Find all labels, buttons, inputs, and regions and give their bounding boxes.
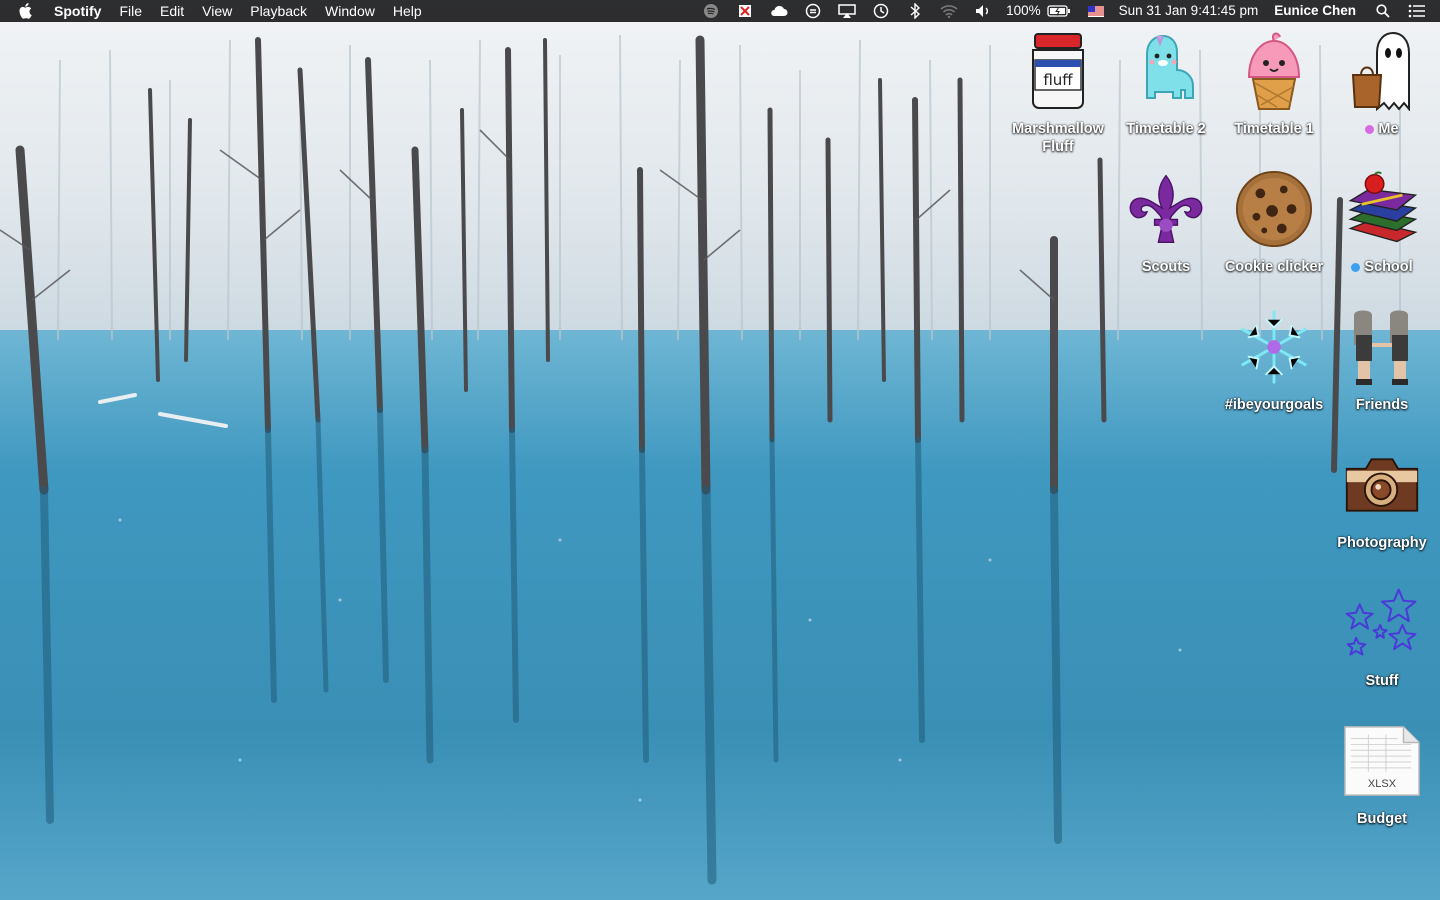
svg-text:fluff: fluff (1043, 71, 1073, 89)
wifi-icon[interactable] (940, 0, 958, 22)
desktop-icon-label: Photography (1337, 535, 1427, 551)
cloud-icon[interactable] (770, 0, 788, 22)
menu-bar: Spotify File Edit View Playback Window H… (0, 0, 1440, 22)
desktop-icon-label-text: Me (1378, 121, 1399, 137)
desktop-icon-school[interactable]: School (1330, 170, 1434, 276)
menu-edit[interactable]: Edit (151, 0, 193, 22)
books-icon (1343, 170, 1421, 248)
desktop-icon-marshmallow-fluff[interactable]: fluff Marshmallow Fluff (1006, 32, 1110, 156)
desktop-icon-label: #ibeyourgoals (1224, 397, 1324, 413)
cupcake-icon (1235, 32, 1313, 110)
desktop-icon-label: Me (1365, 120, 1399, 138)
battery-percent[interactable]: 100% (1006, 0, 1041, 22)
purple-tag-dot (1365, 124, 1375, 134)
fleur-de-lis-icon (1127, 170, 1205, 248)
desktop-icon-timetable-1[interactable]: Timetable 1 (1222, 32, 1326, 138)
menubar-clock[interactable]: Sun 31 Jan 9:41:45 pm (1119, 0, 1259, 22)
desktop-icon-label: Timetable 2 (1126, 121, 1206, 137)
desktop-icon-label: Friends (1355, 397, 1409, 413)
desktop-icon-label: Stuff (1365, 673, 1399, 689)
menu-app-name[interactable]: Spotify (48, 0, 110, 22)
desktop-icon-label-text: School (1364, 259, 1413, 275)
menu-view[interactable]: View (193, 0, 241, 22)
user-name[interactable]: Eunice Chen (1274, 0, 1356, 22)
notification-center-icon[interactable] (1408, 0, 1426, 22)
volume-icon[interactable] (974, 0, 992, 22)
airplay-icon[interactable] (838, 0, 856, 22)
menu-help[interactable]: Help (384, 0, 431, 22)
marshmallow-jar-icon: fluff (1019, 32, 1097, 110)
xlsx-file-icon: XLSX (1343, 722, 1421, 800)
desktop-icon-photography[interactable]: Photography (1330, 446, 1434, 552)
blue-tag-dot (1351, 262, 1361, 272)
desktop-icon-label: School (1351, 258, 1413, 276)
menu-file[interactable]: File (110, 0, 151, 22)
desktop-icon-label: Timetable 1 (1234, 121, 1314, 137)
stars-icon (1343, 584, 1421, 662)
spotlight-search-icon[interactable] (1374, 0, 1392, 22)
ghost-icon (1343, 31, 1421, 111)
camera-icon (1343, 446, 1421, 524)
snowflake-icon (1235, 308, 1313, 386)
desktop-icon-label: Marshmallow Fluff (1012, 121, 1104, 155)
time-machine-icon[interactable] (872, 0, 890, 22)
desktop-icon-friends[interactable]: Friends (1330, 308, 1434, 414)
desktop-icon-cookie-clicker[interactable]: Cookie clicker (1222, 170, 1326, 276)
friends-icon (1343, 308, 1421, 386)
desktop-icon-label: Budget (1357, 811, 1407, 827)
desktop-icon-label: Cookie clicker (1224, 259, 1324, 275)
apple-menu-icon[interactable] (18, 0, 38, 22)
cookie-icon (1235, 170, 1313, 248)
desktop-icon-stuff[interactable]: Stuff (1330, 584, 1434, 690)
mute-app-icon[interactable] (736, 0, 754, 22)
desktop-icon-me[interactable]: Me (1330, 31, 1434, 138)
desktop-icon-budget[interactable]: XLSX Budget (1330, 722, 1434, 828)
spotify-status-icon[interactable] (702, 0, 720, 22)
desktop-icon-label: Scouts (1141, 259, 1191, 275)
battery-icon[interactable] (1046, 0, 1071, 22)
desktop-icon-scouts[interactable]: Scouts (1114, 170, 1218, 276)
input-source-flag-icon[interactable] (1087, 0, 1105, 22)
alpaca-icon (1127, 32, 1205, 110)
circle-status-icon[interactable] (804, 0, 822, 22)
desktop-icon-timetable-2[interactable]: Timetable 2 (1114, 32, 1218, 138)
file-type-badge: XLSX (1367, 778, 1397, 790)
menu-playback[interactable]: Playback (241, 0, 316, 22)
bluetooth-icon[interactable] (906, 0, 924, 22)
menu-window[interactable]: Window (316, 0, 384, 22)
desktop-icon-ibeyourgoals[interactable]: #ibeyourgoals (1222, 308, 1326, 414)
